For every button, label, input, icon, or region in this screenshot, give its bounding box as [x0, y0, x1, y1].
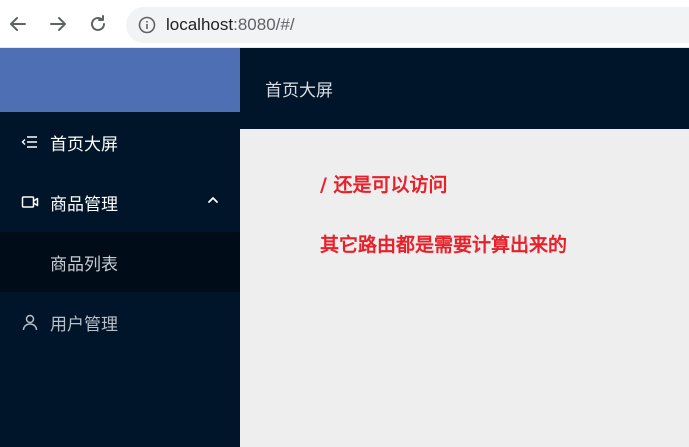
submenu-product-management: 商品列表 [0, 232, 240, 292]
sidebar-item-user-management[interactable]: 用户管理 [0, 292, 240, 352]
sidebar: 首页大屏 商品管理 商品列表 用户管理 [0, 48, 240, 447]
user-icon [20, 312, 40, 332]
browser-toolbar: localhost:8080/#/ [0, 0, 689, 48]
info-icon[interactable] [138, 16, 156, 34]
sidebar-item-label: 首页大屏 [50, 134, 118, 155]
chevron-up-icon[interactable] [206, 193, 220, 207]
sidebar-item-product-list[interactable]: 商品列表 [0, 232, 240, 292]
header-title: 首页大屏 [265, 81, 333, 101]
arrow-right-icon [50, 17, 66, 31]
reload-button[interactable] [86, 12, 110, 36]
annotation-line-1: / 还是可以访问 [320, 174, 448, 196]
back-button[interactable] [6, 12, 30, 36]
annotation-line-2: 其它路由都是需要计算出来的 [320, 234, 568, 256]
main-content: / 还是可以访问 其它路由都是需要计算出来的 [240, 129, 689, 447]
sidebar-item-home-dashboard[interactable]: 首页大屏 [0, 112, 240, 172]
sidebar-item-label: 商品管理 [50, 194, 118, 215]
page-header: 首页大屏 [240, 48, 689, 129]
url-text: localhost:8080/#/ [166, 15, 295, 35]
logo-area [0, 48, 240, 112]
reload-icon [91, 15, 105, 31]
arrow-left-icon [10, 17, 26, 31]
url-host: localhost [166, 15, 234, 34]
menu-fold-icon [20, 132, 40, 152]
forward-button[interactable] [46, 12, 70, 36]
address-bar[interactable]: localhost:8080/#/ [126, 7, 689, 43]
video-camera-icon [20, 192, 40, 212]
sidebar-item-label: 商品列表 [50, 254, 118, 275]
sidebar-item-label: 用户管理 [50, 314, 118, 335]
sidebar-item-product-management[interactable]: 商品管理 [0, 172, 240, 232]
url-path: :8080/#/ [233, 15, 295, 34]
